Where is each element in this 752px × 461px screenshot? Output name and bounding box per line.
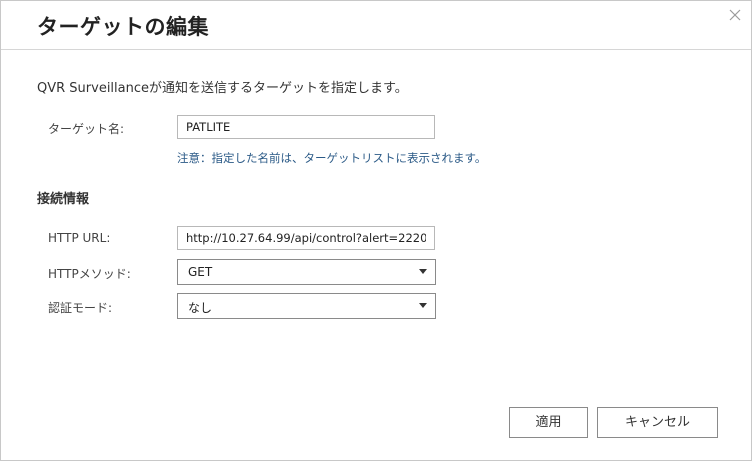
cancel-button[interactable]: キャンセル	[597, 407, 718, 438]
target-name-label: ターゲット名:	[48, 122, 125, 136]
close-icon[interactable]	[727, 7, 743, 23]
auth-mode-label: 認証モード:	[48, 301, 113, 315]
http-method-value: GET	[188, 265, 213, 279]
http-method-select[interactable]: GET	[177, 259, 436, 285]
http-method-label: HTTPメソッド:	[48, 267, 131, 281]
edit-target-dialog: ターゲットの編集 QVR Surveillanceが通知を送信するターゲットを指…	[0, 0, 752, 461]
target-name-note: 注意：指定した名前は、ターゲットリストに表示されます。	[177, 151, 487, 165]
chevron-down-icon	[419, 269, 427, 274]
dialog-header: ターゲットの編集	[1, 1, 751, 50]
auth-mode-select[interactable]: なし	[177, 293, 436, 319]
connection-section-title: 接続情報	[37, 192, 90, 207]
dialog-description: QVR Surveillanceが通知を送信するターゲットを指定します。	[37, 81, 408, 96]
dialog-title: ターゲットの編集	[37, 15, 209, 39]
target-name-input[interactable]	[177, 115, 435, 139]
chevron-down-icon	[419, 303, 427, 308]
http-url-input[interactable]	[177, 226, 435, 250]
apply-button[interactable]: 適用	[509, 407, 588, 438]
http-url-label: HTTP URL:	[48, 231, 111, 245]
auth-mode-value: なし	[188, 301, 213, 315]
